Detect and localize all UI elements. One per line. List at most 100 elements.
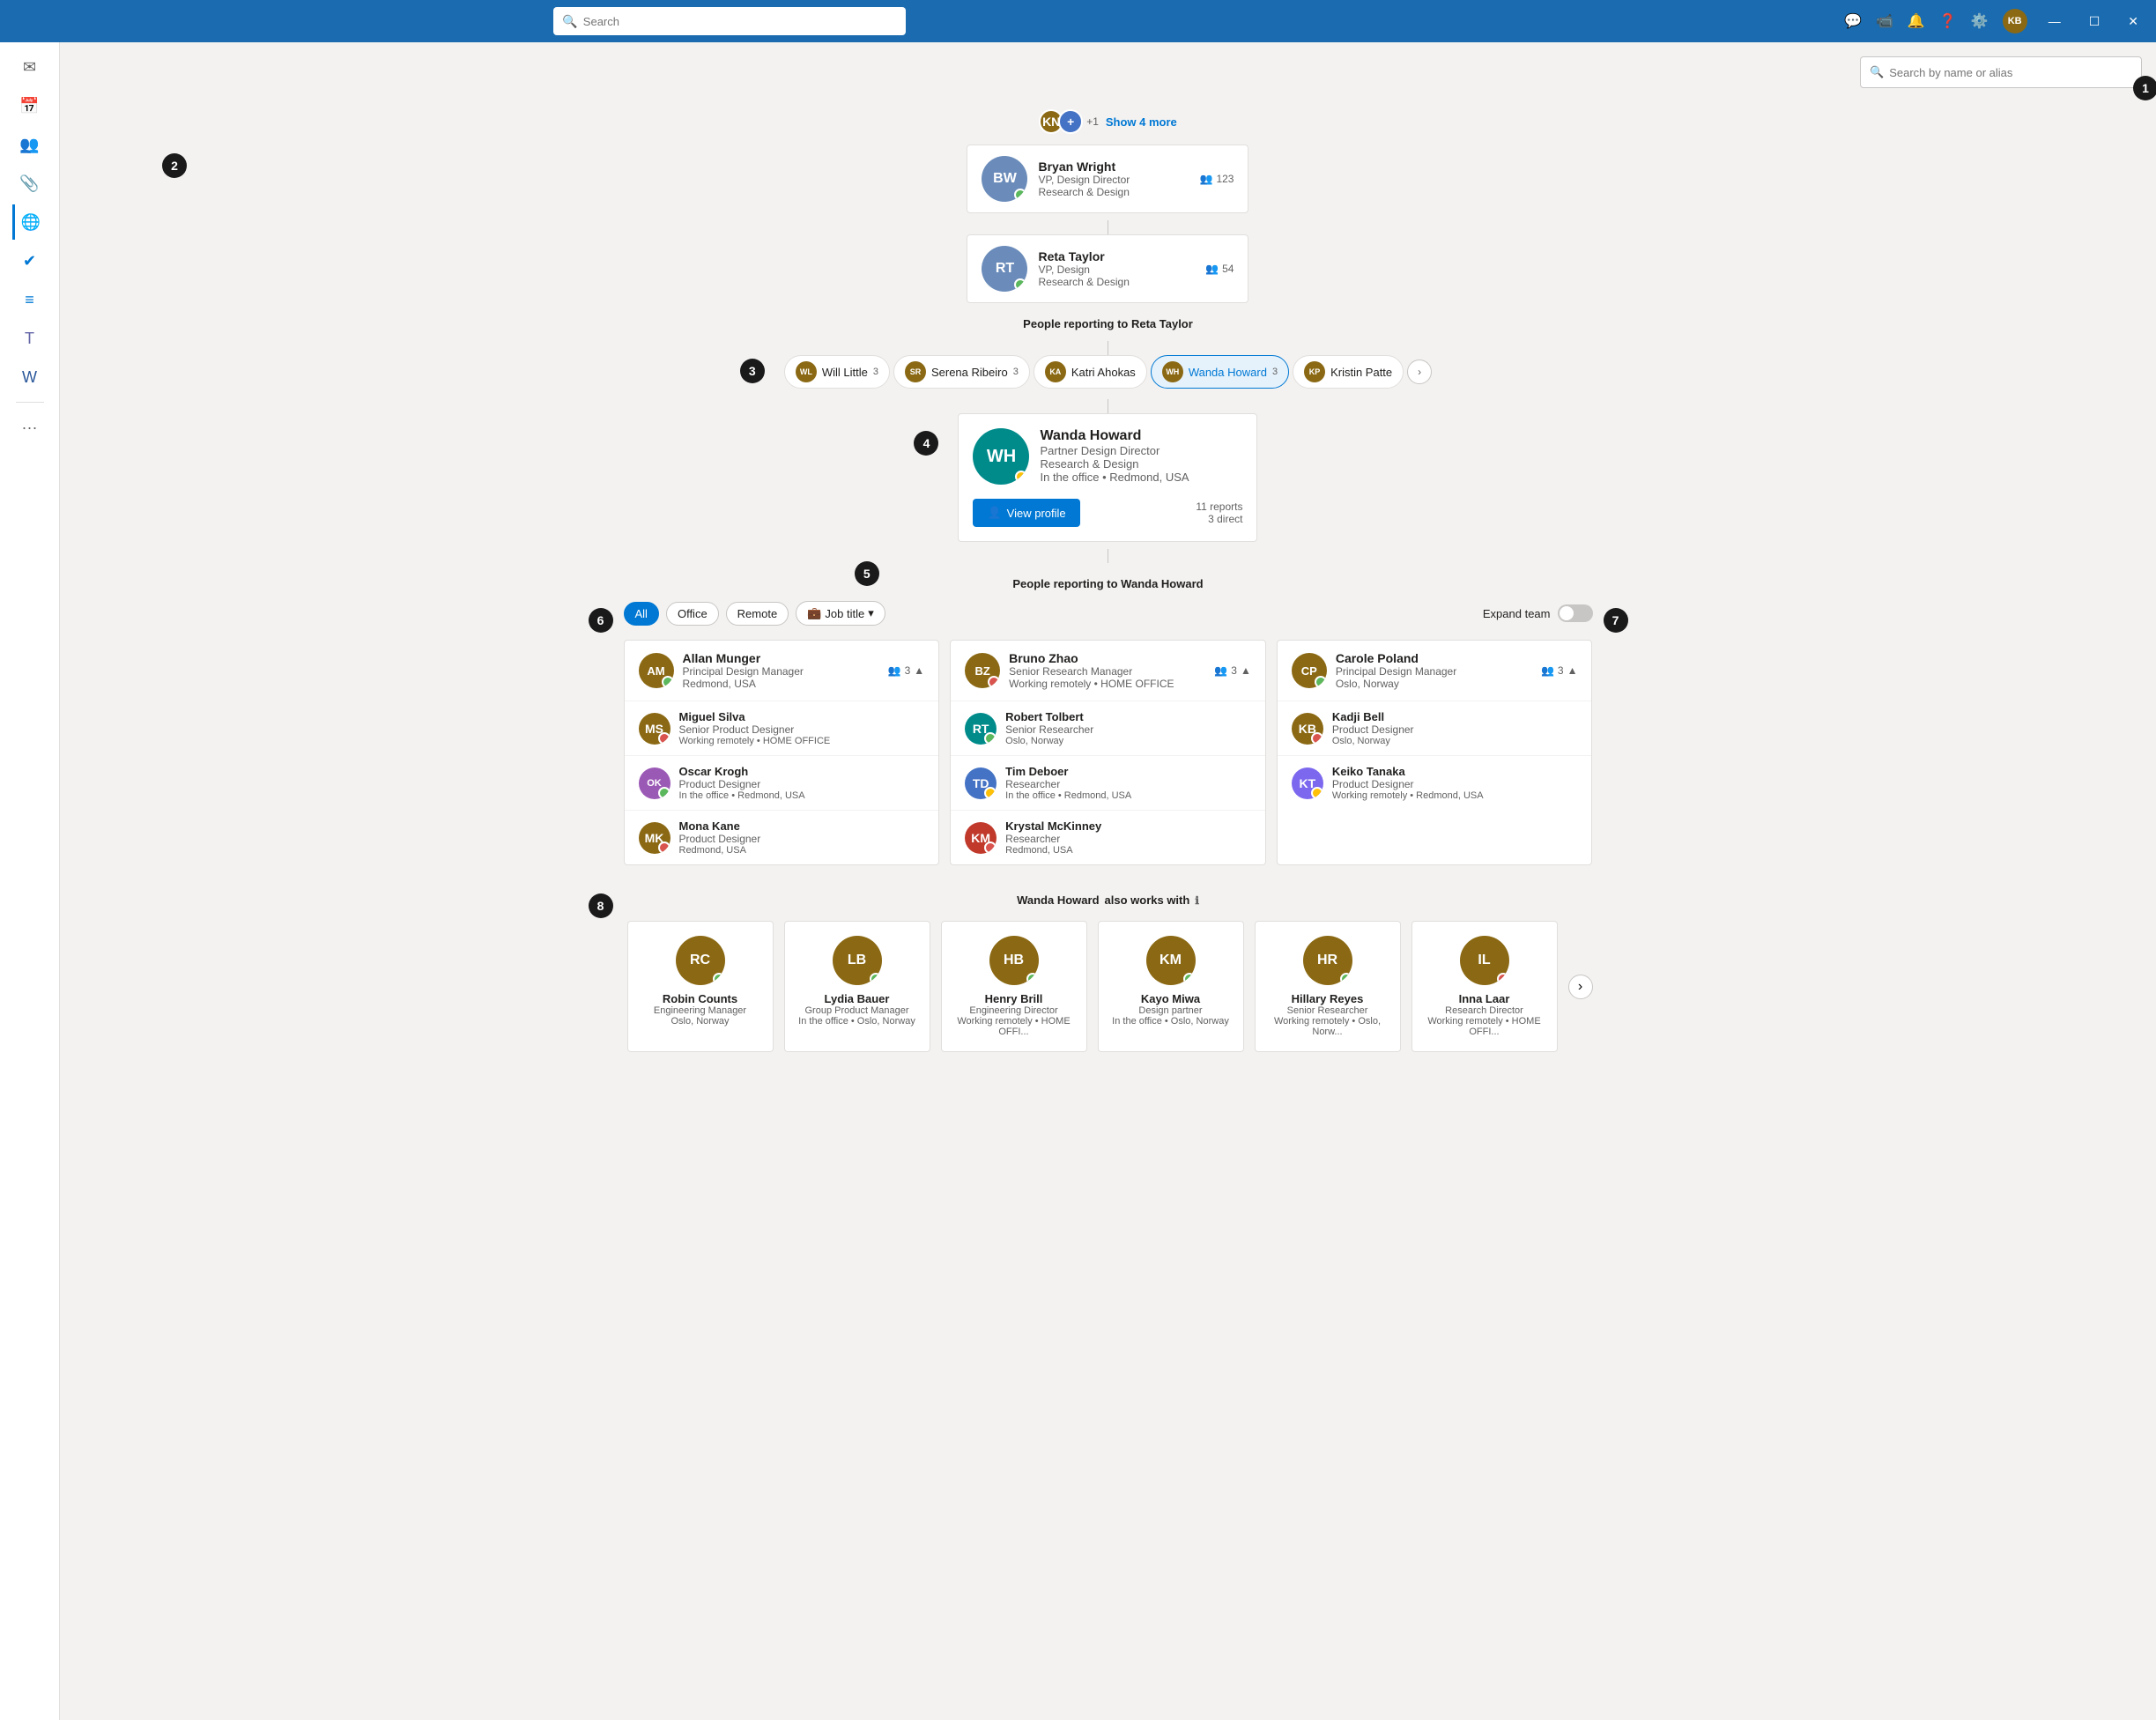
row-oscar[interactable]: OK Oscar Krogh Product Designer In the o…: [625, 756, 939, 811]
team-header-carole[interactable]: CP Carole Poland Principal Design Manage…: [1278, 641, 1592, 701]
loc-kayo: In the office • Oslo, Norway: [1109, 1016, 1233, 1027]
avatar-stack: KN + +1: [1039, 109, 1099, 134]
team-col-carole: CP Carole Poland Principal Design Manage…: [1277, 640, 1593, 865]
carousel-next-button[interactable]: ›: [1568, 975, 1593, 999]
status-hillary: [1340, 973, 1352, 985]
titlebar-search-box[interactable]: 🔍: [553, 7, 906, 35]
card-inna[interactable]: IL Inna Laar Research Director Working r…: [1411, 921, 1558, 1052]
person-card-bryan[interactable]: BW Bryan Wright VP, Design Director Rese…: [967, 145, 1248, 213]
avatar-keiko: KT: [1292, 767, 1323, 799]
manager-chain: BW Bryan Wright VP, Design Director Rese…: [784, 145, 1432, 601]
loc-lydia: In the office • Oslo, Norway: [796, 1016, 919, 1027]
team-header-bruno[interactable]: BZ Bruno Zhao Senior Research Manager Wo…: [951, 641, 1265, 701]
sidebar-item-list[interactable]: ≡: [12, 282, 48, 317]
status-bruno: [988, 676, 1000, 688]
more-tabs-button[interactable]: ›: [1407, 360, 1432, 384]
bell-icon[interactable]: 🔔: [1908, 12, 1925, 30]
title-miguel: Senior Product Designer: [679, 723, 831, 736]
expand-toggle-switch[interactable]: [1558, 604, 1593, 622]
avatar-hillary: HR: [1303, 936, 1352, 985]
search-icon-small: 🔍: [1870, 65, 1884, 79]
card-hillary[interactable]: HR Hillary Reyes Senior Researcher Worki…: [1255, 921, 1401, 1052]
person-name-bryan: Bryan Wright: [1038, 159, 1189, 174]
reporting-to-wanda: People reporting to Wanda Howard: [784, 577, 1432, 590]
sidebar-item-check[interactable]: ✔: [12, 243, 48, 278]
loc-robin: Oslo, Norway: [639, 1016, 762, 1027]
view-profile-button[interactable]: 👤 View profile: [973, 499, 1079, 527]
sidebar-item-mail[interactable]: ✉: [12, 49, 48, 85]
title-carole: Principal Design Manager: [1336, 665, 1456, 678]
row-krystal[interactable]: KM Krystal McKinney Researcher Redmond, …: [951, 811, 1265, 864]
sidebar-item-teams[interactable]: T: [12, 321, 48, 356]
status-robin: [713, 973, 725, 985]
tab-will[interactable]: WL Will Little 3: [784, 355, 890, 389]
info-bruno: Bruno Zhao Senior Research Manager Worki…: [1009, 651, 1174, 690]
people-search-input[interactable]: [1889, 66, 2132, 79]
row-miguel[interactable]: MS Miguel Silva Senior Product Designer …: [625, 701, 939, 756]
filter-job-title[interactable]: 💼 Job title ▾: [796, 601, 885, 626]
expand-icon-bruno: ▲: [1241, 664, 1251, 677]
avatar-oscar: OK: [639, 767, 671, 799]
info-carole: Carole Poland Principal Design Manager O…: [1336, 651, 1456, 690]
loc-tim: In the office • Redmond, USA: [1005, 790, 1131, 801]
loc-miguel: Working remotely • HOME OFFICE: [679, 736, 831, 746]
close-button[interactable]: ✕: [2121, 11, 2145, 33]
settings-icon[interactable]: ⚙️: [1971, 12, 1989, 30]
sidebar-item-org[interactable]: 🌐: [12, 204, 48, 240]
sidebar-item-more[interactable]: ···: [12, 410, 48, 445]
status-mona: [658, 841, 671, 854]
tab-katri[interactable]: KA Katri Ahokas: [1034, 355, 1147, 389]
count-bruno: 👥 3 ▲: [1214, 664, 1251, 677]
tab-kristin[interactable]: KP Kristin Patte: [1293, 355, 1404, 389]
title-robert: Senior Researcher: [1005, 723, 1093, 736]
restore-button[interactable]: ☐: [2082, 11, 2108, 33]
row-robert[interactable]: RT Robert Tolbert Senior Researcher Oslo…: [951, 701, 1265, 756]
people-search-bar[interactable]: 🔍: [1860, 56, 2142, 88]
sidebar-item-attach[interactable]: 📎: [12, 166, 48, 201]
video-icon[interactable]: 📹: [1876, 12, 1893, 30]
title-lydia: Group Product Manager: [796, 1005, 919, 1016]
card-kayo[interactable]: KM Kayo Miwa Design partner In the offic…: [1098, 921, 1244, 1052]
show-more-button[interactable]: Show 4 more: [1106, 115, 1177, 129]
row-tim[interactable]: TD Tim Deboer Researcher In the office •…: [951, 756, 1265, 811]
sidebar-divider: [16, 402, 44, 403]
card-henry[interactable]: HB Henry Brill Engineering Director Work…: [941, 921, 1087, 1052]
name-hillary: Hillary Reyes: [1266, 992, 1389, 1005]
people-icon-allan: 👥: [888, 664, 901, 677]
status-allan: [662, 676, 674, 688]
card-robin[interactable]: RC Robin Counts Engineering Manager Oslo…: [627, 921, 774, 1052]
row-keiko[interactable]: KT Keiko Tanaka Product Designer Working…: [1278, 756, 1592, 810]
filter-remote[interactable]: Remote: [726, 602, 789, 626]
avatar-robert: RT: [965, 713, 997, 745]
person-card-reta[interactable]: RT Reta Taylor VP, Design Research & Des…: [967, 234, 1248, 303]
loc-allan: Redmond, USA: [683, 678, 804, 690]
selected-person-card[interactable]: WH Wanda Howard Partner Design Director …: [958, 413, 1257, 542]
status-keiko: [1311, 787, 1323, 799]
sidebar-item-people[interactable]: 👥: [12, 127, 48, 162]
title-inna: Research Director: [1423, 1005, 1546, 1016]
filter-office[interactable]: Office: [666, 602, 719, 626]
tab-serena[interactable]: SR Serena Ribeiro 3: [893, 355, 1030, 389]
name-robin: Robin Counts: [639, 992, 762, 1005]
row-mona[interactable]: MK Mona Kane Product Designer Redmond, U…: [625, 811, 939, 864]
titlebar: 🔍 💬 📹 🔔 ❓ ⚙️ KB — ☐ ✕: [0, 0, 2156, 42]
team-col-allan: AM Allan Munger Principal Design Manager…: [624, 640, 940, 865]
row-kadji[interactable]: KB Kadji Bell Product Designer Oslo, Nor…: [1278, 701, 1592, 756]
avatar-kayo: KM: [1146, 936, 1196, 985]
team-header-allan[interactable]: AM Allan Munger Principal Design Manager…: [625, 641, 939, 701]
card-lydia[interactable]: LB Lydia Bauer Group Product Manager In …: [784, 921, 930, 1052]
tab-wanda[interactable]: WH Wanda Howard 3: [1151, 355, 1289, 389]
profile-icon: 👤: [987, 506, 1001, 520]
titlebar-search-input[interactable]: [583, 15, 898, 28]
sidebar-item-calendar[interactable]: 📅: [12, 88, 48, 123]
selected-info: Wanda Howard Partner Design Director Res…: [1040, 428, 1189, 484]
person-count-reta: 👥 54: [1205, 263, 1234, 275]
minimize-button[interactable]: —: [2041, 11, 2068, 32]
org-area: KN + +1 Show 4 more 2 BW: [74, 109, 2142, 1052]
help-icon[interactable]: ❓: [1939, 12, 1957, 30]
chat-icon[interactable]: 💬: [1844, 12, 1862, 30]
sidebar-item-word[interactable]: W: [12, 360, 48, 395]
filter-all[interactable]: All: [624, 602, 659, 626]
tab-label-wanda: Wanda Howard: [1189, 366, 1267, 379]
avatar[interactable]: KB: [2003, 9, 2027, 33]
